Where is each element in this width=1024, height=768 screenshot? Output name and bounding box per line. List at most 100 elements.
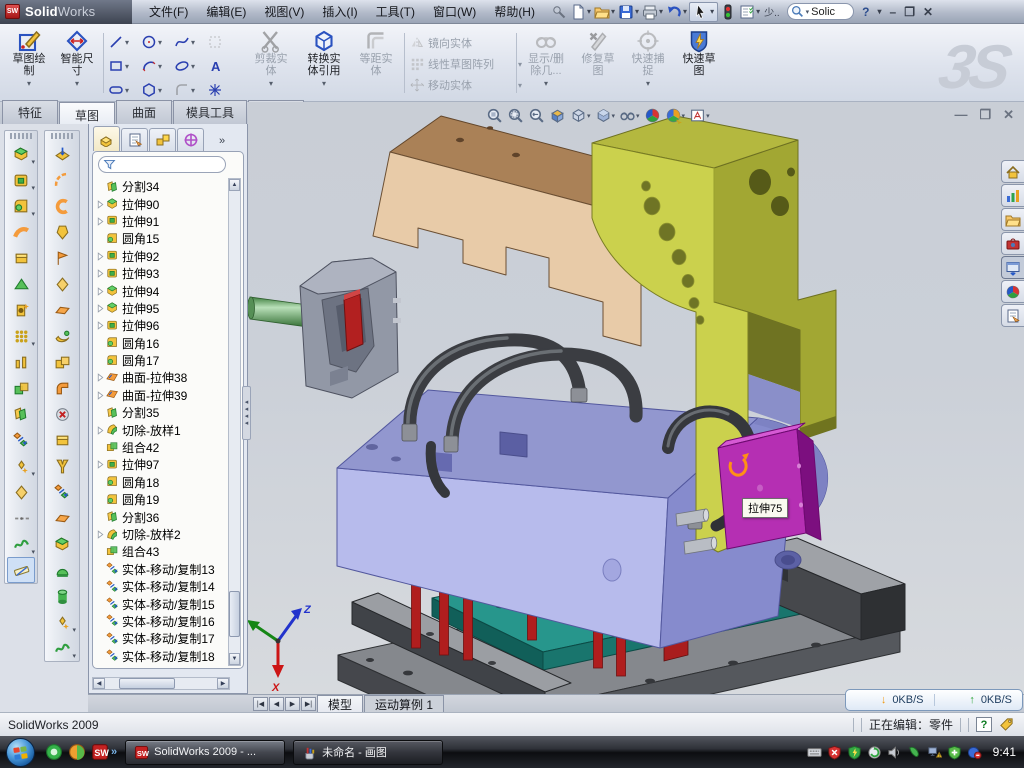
point-button[interactable] — [207, 80, 223, 100]
boss-button[interactable] — [7, 245, 35, 271]
featuremanager-tab[interactable] — [93, 126, 120, 151]
tree-item-拉伸96[interactable]: 拉伸96 — [95, 317, 231, 334]
tree-item-实体-移动/复制17[interactable]: 实体-移动/复制17 — [95, 630, 231, 647]
view-orientation-button[interactable]: ▾ — [570, 107, 591, 124]
tree-item-分割34[interactable]: 分割34 — [95, 178, 231, 195]
tree-item-切除-放样2[interactable]: 切除-放样2 — [95, 526, 231, 543]
tree-item-实体-移动/复制15[interactable]: 实体-移动/复制15 — [95, 595, 231, 612]
tree-item-圆角16[interactable]: 圆角16 — [95, 335, 231, 352]
extrude-cut-button[interactable]: ▾ — [7, 167, 35, 193]
help-button[interactable]: ? — [862, 5, 869, 19]
move-entities-button[interactable]: 移动实体▾ — [410, 75, 522, 95]
search-input[interactable]: ▾ Solic — [787, 3, 855, 20]
zoom-area-button[interactable] — [507, 107, 524, 124]
doc-restore-button[interactable]: ❐ — [979, 107, 991, 123]
tree-item-拉伸90[interactable]: 拉伸90 — [95, 195, 231, 212]
tree-item-组合43[interactable]: 组合43 — [95, 543, 231, 560]
appearance-lights-button[interactable] — [719, 2, 737, 22]
fillet-button[interactable]: ▾ — [7, 193, 35, 219]
paint-window-task-button[interactable]: 未命名 - 画图 — [293, 740, 443, 765]
save-button[interactable]: ▾ — [617, 2, 640, 22]
select-region-button[interactable] — [207, 32, 223, 52]
mirror-entities-button[interactable]: 镜向实体 — [410, 33, 522, 53]
start-button[interactable] — [6, 738, 35, 767]
surface-fillet-button[interactable] — [48, 323, 76, 349]
tree-item-组合42[interactable]: 组合42 — [95, 439, 231, 456]
polygon-button[interactable]: ▾ — [141, 80, 162, 100]
new-document-button[interactable]: ▾ — [569, 2, 592, 22]
ribbon-tab-3[interactable]: 模具工具 — [173, 100, 247, 124]
zoom-fit-button[interactable] — [486, 107, 503, 124]
split-line-button[interactable] — [48, 167, 76, 193]
insert-feature-b-button[interactable]: ▾ — [48, 609, 76, 635]
graphics-area[interactable]: Y Z X ▾▾▾▾▾ — ❐ ✕ 拉伸75 — [248, 102, 1024, 694]
line-button[interactable]: ▾ — [108, 32, 129, 52]
cavity-button[interactable] — [48, 531, 76, 557]
dimxpertmanager-tab[interactable] — [177, 128, 204, 151]
taskbar-clock[interactable]: 9:41 — [993, 745, 1016, 759]
security-alert-tray-icon[interactable] — [827, 745, 842, 760]
scroll-left-button[interactable]: ◀ — [93, 678, 105, 689]
antivirus-shield-tray-icon[interactable] — [847, 745, 862, 760]
rectangle-button[interactable]: ▾ — [108, 56, 129, 76]
insert-feature-button[interactable]: ▾ — [7, 453, 35, 479]
doc-minimize-button[interactable]: — — [954, 107, 967, 123]
model-part-side-block[interactable] — [718, 423, 821, 549]
scroll-up-button[interactable]: ▲ — [229, 179, 240, 191]
tree-item-实体-移动/复制16[interactable]: 实体-移动/复制16 — [95, 613, 231, 630]
configurationmanager-tab[interactable] — [149, 128, 176, 151]
resources-tab[interactable] — [1001, 160, 1024, 183]
appearances-scenes-tab[interactable] — [1001, 280, 1024, 303]
tree-item-拉伸97[interactable]: 拉伸97 — [95, 456, 231, 473]
hole-wizard-button[interactable] — [7, 297, 35, 323]
defender-shield-tray-icon[interactable] — [947, 745, 962, 760]
tree-item-拉伸94[interactable]: 拉伸94 — [95, 282, 231, 299]
curve-b-button[interactable]: ▾ — [48, 635, 76, 661]
edit-appearance-button[interactable] — [644, 107, 661, 124]
smart-dimension-button[interactable]: 智能尺寸▾ — [54, 29, 100, 90]
menu-item-2[interactable]: 视图(V) — [255, 0, 313, 23]
quick-snaps-button[interactable]: 快速捕捉▾ — [624, 29, 672, 90]
tree-item-分割35[interactable]: 分割35 — [95, 404, 231, 421]
pin-button[interactable] — [550, 2, 568, 22]
connection-tray-icon[interactable] — [907, 745, 922, 760]
network-speed-widget[interactable]: ↓ 0KB/S ↑ 0KB/S — [845, 689, 1023, 711]
swept-boss-button[interactable] — [7, 219, 35, 245]
input-keyboard-tray-icon[interactable] — [807, 745, 822, 760]
tree-item-拉伸93[interactable]: 拉伸93 — [95, 265, 231, 282]
parting-line-button[interactable] — [48, 245, 76, 271]
menu-item-0[interactable]: 文件(F) — [140, 0, 197, 23]
tree-item-圆角17[interactable]: 圆角17 — [95, 352, 231, 369]
split-body-button[interactable] — [7, 401, 35, 427]
model-part-core-rod[interactable] — [248, 297, 308, 327]
tooling-split-button[interactable] — [48, 427, 76, 453]
previous-view-button[interactable] — [528, 107, 545, 124]
tree-item-实体-移动/复制13[interactable]: 实体-移动/复制13 — [95, 561, 231, 578]
extrude-cylinder-button[interactable] — [48, 583, 76, 609]
ribbon-tab-0[interactable]: 特征 — [2, 100, 58, 124]
arc-button[interactable]: ▾ — [141, 56, 162, 76]
doc-nav-next-button[interactable]: ▶ — [285, 697, 300, 711]
apply-scene-button[interactable]: ▾ — [665, 107, 686, 124]
convert-entities-button[interactable]: 转换实体引用▾ — [298, 29, 350, 90]
extrude-boss-button[interactable]: ▾ — [7, 141, 35, 167]
close-button[interactable]: ✕ — [923, 5, 933, 19]
ellipse-button[interactable]: ▾ — [174, 56, 195, 76]
display-style-button[interactable]: ▾ — [595, 107, 616, 124]
scroll-thumb[interactable] — [229, 591, 240, 637]
panel-splitter[interactable]: ◂◂◂◂ — [242, 386, 251, 440]
offset-entities-button[interactable]: 等距实体 — [352, 29, 400, 77]
tree-item-圆角19[interactable]: 圆角19 — [95, 491, 231, 508]
hscroll-thumb[interactable] — [119, 678, 175, 689]
volume-tray-icon[interactable] — [887, 745, 902, 760]
linear-sketch-pattern-button[interactable]: 线性草图阵列▾ — [410, 54, 522, 74]
ribbon-tab-2[interactable]: 曲面 — [116, 100, 172, 124]
view-settings-button[interactable]: ▾ — [689, 107, 710, 124]
circle-button[interactable]: ▾ — [141, 32, 162, 52]
minimize-button[interactable]: – — [890, 5, 897, 19]
rib-button[interactable] — [7, 349, 35, 375]
tree-item-拉伸95[interactable]: 拉伸95 — [95, 300, 231, 317]
help-dropdown[interactable]: ▾ — [878, 7, 882, 16]
draft-analysis-button[interactable] — [48, 219, 76, 245]
options-button[interactable]: ▾ — [738, 2, 761, 22]
